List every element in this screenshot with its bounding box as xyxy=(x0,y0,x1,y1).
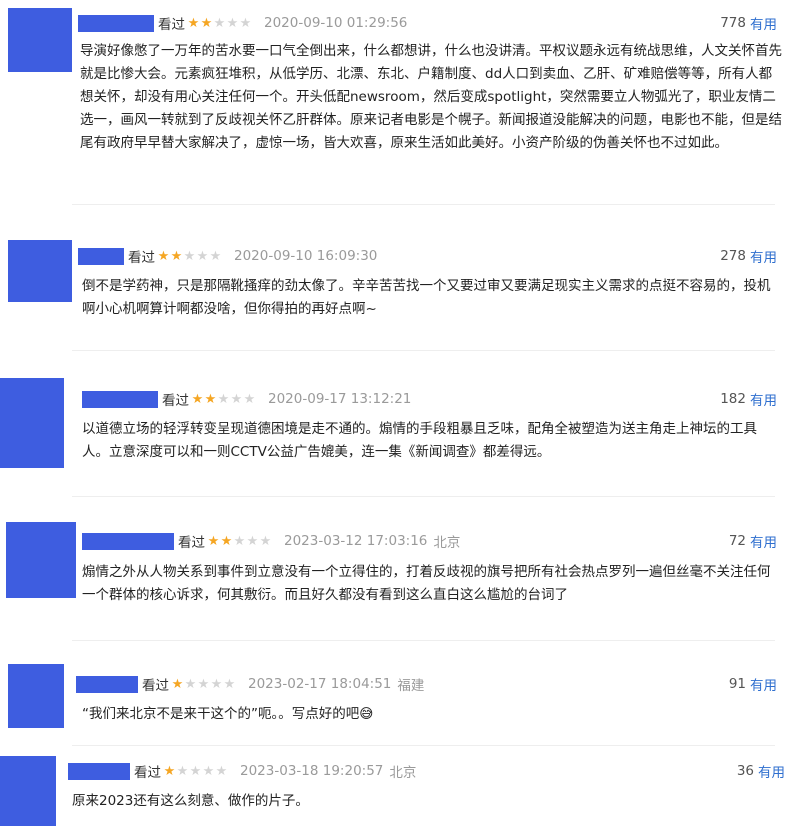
watched-label: 看过 xyxy=(178,535,205,551)
avatar[interactable] xyxy=(8,240,72,302)
divider xyxy=(72,204,775,205)
watched-label: 看过 xyxy=(128,250,155,266)
review-text: 倒不是学药神，只是那隔靴搔痒的劲太像了。辛辛苦苦找一个又要过审又要满足现实主义需… xyxy=(82,278,771,317)
review-time: 2023-03-12 17:03:16 xyxy=(284,533,428,549)
star-empty-icon: ★ xyxy=(213,15,226,31)
username[interactable] xyxy=(82,390,158,408)
star-filled-icon: ★ xyxy=(171,676,184,692)
star-empty-icon: ★ xyxy=(196,248,209,264)
useful-button[interactable]: 有用 xyxy=(750,389,777,409)
star-empty-icon: ★ xyxy=(223,676,236,692)
rating-stars: ★ ★ ★ ★ ★ xyxy=(163,764,228,779)
star-empty-icon: ★ xyxy=(209,248,222,264)
review-location: 北京 xyxy=(389,765,417,781)
star-filled-icon: ★ xyxy=(157,248,170,264)
star-empty-icon: ★ xyxy=(243,391,256,407)
watched-label: 看过 xyxy=(142,678,169,694)
star-empty-icon: ★ xyxy=(184,676,197,692)
watched-label: 看过 xyxy=(158,17,185,33)
review-text: 导演好像憋了一万年的苦水要一口气全倒出来，什么都想讲，什么也没讲清。平权议题永远… xyxy=(80,43,782,151)
star-empty-icon: ★ xyxy=(259,533,272,549)
rating-stars: ★ ★ ★ ★ ★ xyxy=(187,16,252,31)
review-text: 以道德立场的轻浮转变呈现道德困境是走不通的。煽情的手段粗暴且乏味，配角全被塑造为… xyxy=(82,421,757,460)
star-empty-icon: ★ xyxy=(189,763,202,779)
vote-count: 72 xyxy=(728,533,746,549)
avatar[interactable] xyxy=(8,8,72,72)
review-meta: 看过 ★ ★ ★ ★ ★ 2023-02-17 18:04:51 福建 xyxy=(76,673,424,695)
review-meta: 看过 ★ ★ ★ ★ ★ 2020-09-10 01:29:56 xyxy=(78,12,407,34)
review-meta: 看过 ★ ★ ★ ★ ★ 2020-09-17 13:12:21 xyxy=(82,388,411,410)
star-empty-icon: ★ xyxy=(215,763,228,779)
username[interactable] xyxy=(68,762,130,780)
watched-label: 看过 xyxy=(134,765,161,781)
star-empty-icon: ★ xyxy=(233,533,246,549)
avatar[interactable] xyxy=(0,756,56,826)
star-empty-icon: ★ xyxy=(183,248,196,264)
star-empty-icon: ★ xyxy=(226,15,239,31)
star-empty-icon: ★ xyxy=(246,533,259,549)
review-meta: 看过 ★ ★ ★ ★ ★ 2023-03-12 17:03:16 北京 xyxy=(82,530,460,552)
divider xyxy=(72,350,775,351)
avatar[interactable] xyxy=(0,378,64,468)
divider xyxy=(72,745,775,746)
review-meta: 看过 ★ ★ ★ ★ ★ 2020-09-10 16:09:30 xyxy=(78,245,377,267)
vote-count: 91 xyxy=(728,676,746,692)
review-location: 福建 xyxy=(397,678,425,694)
star-filled-icon: ★ xyxy=(187,15,200,31)
vote-area: 778 有用 xyxy=(720,12,777,34)
avatar[interactable] xyxy=(8,664,64,728)
username[interactable] xyxy=(82,532,174,550)
review-text: 煽情之外从人物关系到事件到立意没有一个立得住的，打着反歧视的旗号把所有社会热点罗… xyxy=(82,564,771,603)
star-filled-icon: ★ xyxy=(163,763,176,779)
useful-button[interactable]: 有用 xyxy=(758,761,785,781)
divider xyxy=(72,496,775,497)
review-time: 2020-09-10 16:09:30 xyxy=(234,248,378,264)
review-time: 2023-03-18 19:20:57 xyxy=(240,763,384,779)
star-filled-icon: ★ xyxy=(207,533,220,549)
star-empty-icon: ★ xyxy=(210,676,223,692)
star-filled-icon: ★ xyxy=(191,391,204,407)
vote-count: 278 xyxy=(720,248,746,264)
star-empty-icon: ★ xyxy=(239,15,252,31)
review-meta: 看过 ★ ★ ★ ★ ★ 2023-03-18 19:20:57 北京 xyxy=(68,760,416,782)
review-time: 2020-09-10 01:29:56 xyxy=(264,15,408,31)
review-location: 北京 xyxy=(433,535,461,551)
review-time: 2020-09-17 13:12:21 xyxy=(268,391,412,407)
star-filled-icon: ★ xyxy=(170,248,183,264)
username[interactable] xyxy=(76,675,138,693)
review-text: “我们来北京不是来干这个的”呃。。写点好的吧😅 xyxy=(82,706,374,722)
vote-count: 182 xyxy=(720,391,746,407)
vote-area: 278 有用 xyxy=(720,245,777,267)
review-text: 原来2023还有这么刻意、做作的片子。 xyxy=(72,793,309,809)
star-empty-icon: ★ xyxy=(197,676,210,692)
star-empty-icon: ★ xyxy=(230,391,243,407)
star-empty-icon: ★ xyxy=(176,763,189,779)
username[interactable] xyxy=(78,14,154,32)
star-filled-icon: ★ xyxy=(204,391,217,407)
vote-area: 91 有用 xyxy=(729,673,777,695)
useful-button[interactable]: 有用 xyxy=(750,246,777,266)
divider xyxy=(72,640,775,641)
vote-count: 778 xyxy=(720,15,746,31)
star-empty-icon: ★ xyxy=(202,763,215,779)
vote-count: 36 xyxy=(736,763,754,779)
rating-stars: ★ ★ ★ ★ ★ xyxy=(207,534,272,549)
username[interactable] xyxy=(78,247,124,265)
star-filled-icon: ★ xyxy=(200,15,213,31)
vote-area: 72 有用 xyxy=(729,530,777,552)
useful-button[interactable]: 有用 xyxy=(750,531,777,551)
vote-area: 36 有用 xyxy=(737,760,785,782)
star-filled-icon: ★ xyxy=(220,533,233,549)
vote-area: 182 有用 xyxy=(720,388,777,410)
rating-stars: ★ ★ ★ ★ ★ xyxy=(171,677,236,692)
review-time: 2023-02-17 18:04:51 xyxy=(248,676,392,692)
watched-label: 看过 xyxy=(162,393,189,409)
useful-button[interactable]: 有用 xyxy=(750,13,777,33)
rating-stars: ★ ★ ★ ★ ★ xyxy=(191,392,256,407)
avatar[interactable] xyxy=(6,522,76,598)
useful-button[interactable]: 有用 xyxy=(750,674,777,694)
star-empty-icon: ★ xyxy=(217,391,230,407)
rating-stars: ★ ★ ★ ★ ★ xyxy=(157,249,222,264)
